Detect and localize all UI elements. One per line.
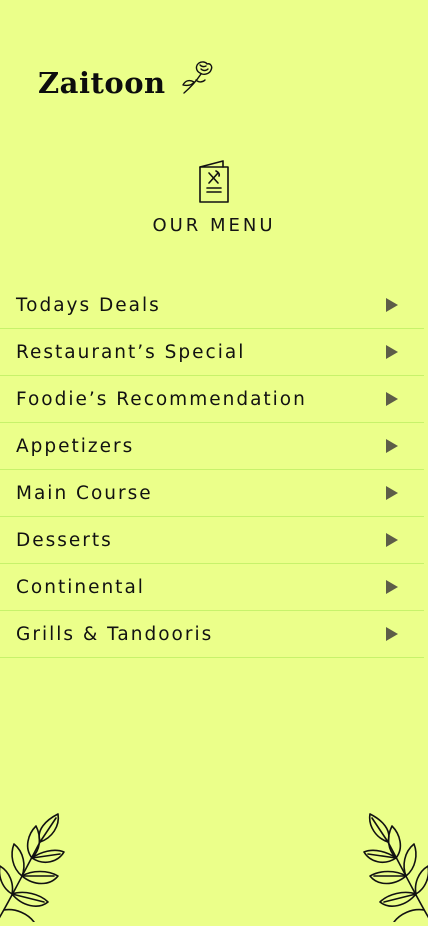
- menu-item-grills-tandooris[interactable]: Grills & Tandooris: [0, 611, 424, 658]
- menu-item-appetizers[interactable]: Appetizers: [0, 423, 424, 470]
- triangle-right-icon: [386, 439, 398, 453]
- menu-item-label: Todays Deals: [16, 294, 161, 316]
- menu-item-todays-deals[interactable]: Todays Deals: [0, 282, 424, 329]
- olive-branch-right-icon: [358, 812, 428, 926]
- brand-logo[interactable]: Zaitoon: [38, 61, 214, 100]
- triangle-right-icon: [386, 486, 398, 500]
- triangle-right-icon: [386, 533, 398, 547]
- menu-item-label: Grills & Tandooris: [16, 623, 214, 645]
- menu-item-label: Appetizers: [16, 435, 135, 457]
- menu-item-foodies-recommendation[interactable]: Foodie’s Recommendation: [0, 376, 424, 423]
- menu-item-label: Foodie’s Recommendation: [16, 388, 307, 410]
- menu-item-label: Continental: [16, 576, 145, 598]
- menu-item-label: Main Course: [16, 482, 153, 504]
- rose-flower-icon: [180, 60, 214, 100]
- menu-book-icon: [197, 158, 231, 208]
- triangle-right-icon: [386, 627, 398, 641]
- triangle-right-icon: [386, 392, 398, 406]
- menu-category-list: Todays Deals Restaurant’s Special Foodie…: [0, 282, 424, 658]
- menu-item-continental[interactable]: Continental: [0, 564, 424, 611]
- triangle-right-icon: [386, 298, 398, 312]
- menu-item-label: Desserts: [16, 529, 113, 551]
- olive-branch-left-icon: [0, 812, 70, 926]
- triangle-right-icon: [386, 345, 398, 359]
- triangle-right-icon: [386, 580, 398, 594]
- menu-item-desserts[interactable]: Desserts: [0, 517, 424, 564]
- menu-item-main-course[interactable]: Main Course: [0, 470, 424, 517]
- brand-name: Zaitoon: [38, 66, 166, 100]
- menu-title: OUR MENU: [152, 215, 276, 236]
- menu-item-restaurants-special[interactable]: Restaurant’s Special: [0, 329, 424, 376]
- menu-item-label: Restaurant’s Special: [16, 341, 246, 363]
